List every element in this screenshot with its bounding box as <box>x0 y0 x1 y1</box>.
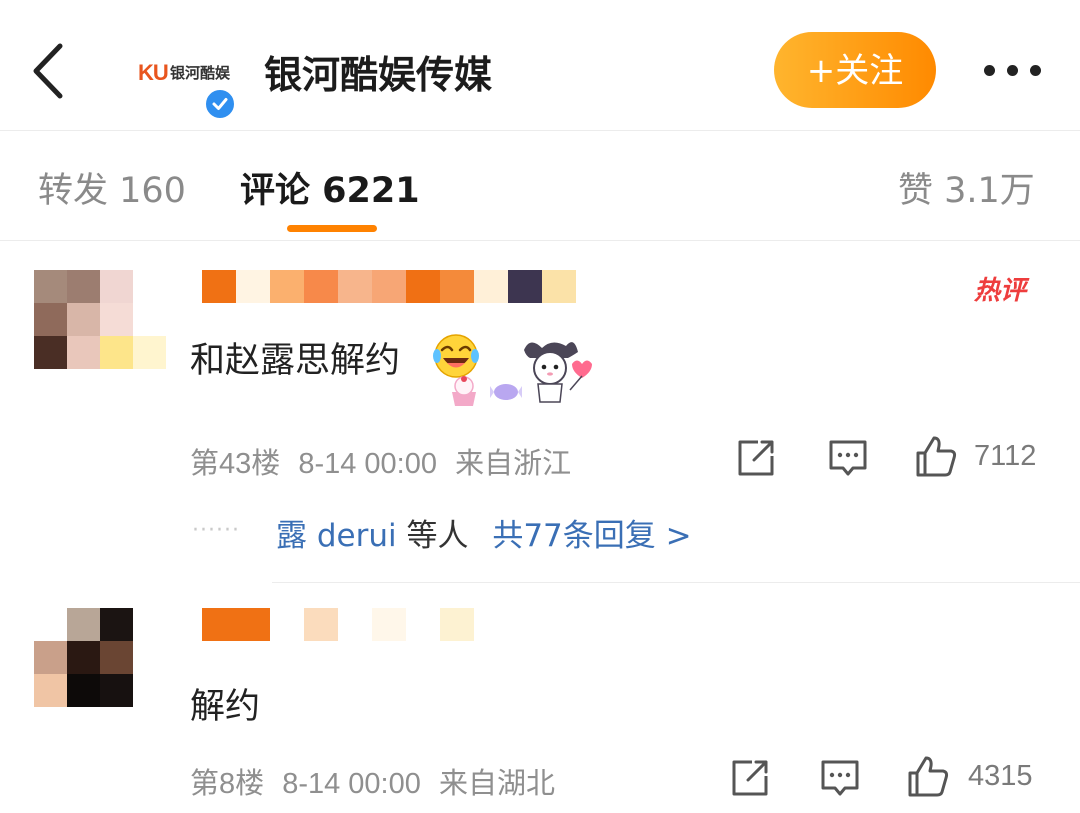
commenter-avatar[interactable] <box>34 608 166 707</box>
follow-button[interactable]: +关注 <box>774 32 936 108</box>
kuromi-sticker-icon <box>524 342 592 403</box>
chevron-left-icon <box>33 43 63 99</box>
floor-number: 第8楼 <box>190 768 265 800</box>
tab-reposts[interactable]: 转发 160 <box>38 162 186 213</box>
comment-text[interactable]: 和赵露思解约 <box>190 332 400 383</box>
comment-time: 8-14 00:00 <box>298 448 437 480</box>
comment-icon[interactable] <box>826 436 870 480</box>
comment-meta: 第43楼 8-14 00:00 来自浙江 <box>190 440 571 482</box>
reply-others-text: 等人 <box>406 518 469 554</box>
comment-time: 8-14 00:00 <box>282 768 421 800</box>
share-icon[interactable] <box>728 756 772 800</box>
back-button[interactable] <box>28 42 70 100</box>
floor-number: 第43楼 <box>190 448 281 480</box>
tabs-divider <box>0 240 1080 241</box>
active-tab-indicator <box>287 225 377 232</box>
page-title: 银河酷娱传媒 <box>264 53 493 97</box>
commenter-avatar[interactable] <box>34 270 166 369</box>
comment-location: 来自浙江 <box>455 448 572 480</box>
tab-likes[interactable]: 赞 3.1万 <box>898 162 1035 213</box>
like-count: 7112 <box>974 440 1037 472</box>
commenter-name-mosaic[interactable] <box>202 270 576 303</box>
comment-location: 来自湖北 <box>438 768 555 800</box>
share-icon[interactable] <box>734 436 778 480</box>
reply-indent-dots: ······ <box>192 518 240 543</box>
comment-divider <box>272 582 1080 583</box>
logo-brand-text: 银河酷娱 <box>170 64 231 82</box>
thumbs-up-icon[interactable] <box>914 434 958 478</box>
comment-text[interactable]: 解约 <box>190 678 260 729</box>
tab-comments[interactable]: 评论 6221 <box>240 162 420 213</box>
verified-check-icon <box>204 88 236 120</box>
more-options-button[interactable] <box>982 58 1044 82</box>
commenter-name-mosaic[interactable] <box>202 608 474 641</box>
replies-summary[interactable]: 露 derui 等人 共77条回复 > <box>276 510 692 555</box>
hot-comment-badge: 热评 <box>974 276 1027 306</box>
view-all-replies-link[interactable]: 共77条回复 > <box>492 518 691 554</box>
header-divider <box>0 130 1080 131</box>
like-count: 4315 <box>968 760 1033 792</box>
reply-user-name[interactable]: 露 derui <box>276 518 397 554</box>
thumbs-up-icon[interactable] <box>906 754 950 798</box>
comment-meta: 第8楼 8-14 00:00 来自湖北 <box>190 760 555 802</box>
logo-ku-text: KU <box>138 60 169 85</box>
account-avatar[interactable]: KU 银河酷娱 <box>128 24 240 124</box>
comment-icon[interactable] <box>818 756 862 800</box>
